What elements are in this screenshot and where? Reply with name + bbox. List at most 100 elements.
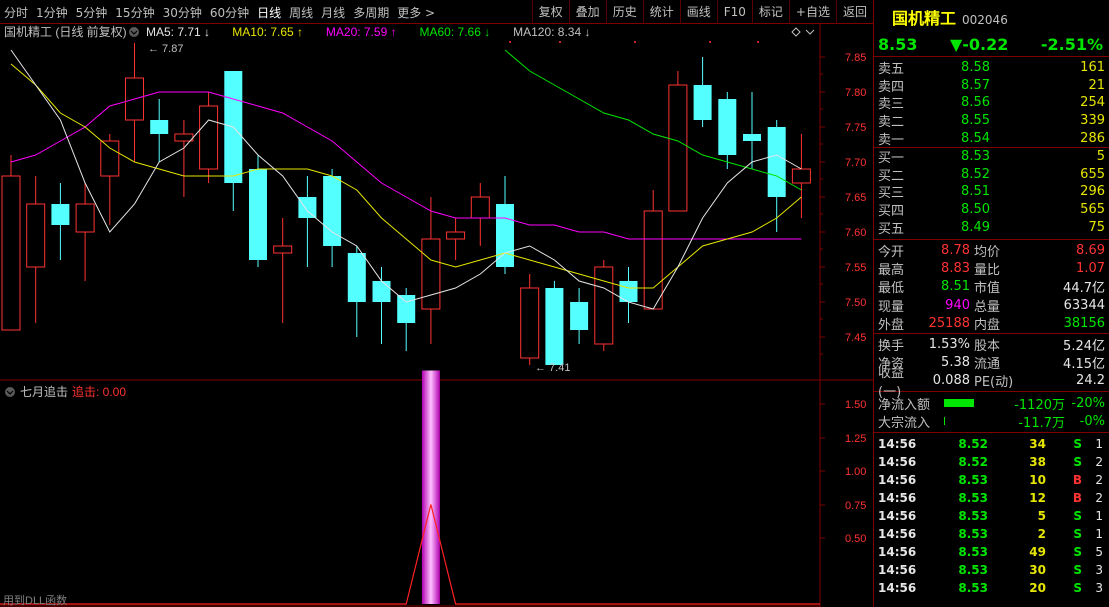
tick-row[interactable]: 14:56 8.53 5 S 1 [874, 507, 1109, 525]
candle-body [743, 134, 761, 141]
tick-row[interactable]: 14:56 8.53 20 S 3 [874, 579, 1109, 597]
period-tab[interactable]: 多周期 [349, 4, 393, 21]
tick-time: 14:56 [878, 437, 917, 452]
flow-amount: -1120万 [1014, 397, 1065, 413]
tool-button[interactable]: 统计 [642, 0, 680, 24]
bid-row[interactable]: 买四 8.50 565 [874, 201, 1109, 219]
tick-time: 14:56 [878, 581, 917, 596]
tick-price: 8.53 [958, 491, 988, 506]
tick-count: 3 [1095, 581, 1103, 596]
tick-price: 8.53 [958, 545, 988, 560]
flow-pct: -20% [1071, 395, 1105, 411]
stock-header: 国机精工 002046 [874, 0, 1109, 32]
tool-button[interactable]: 标记 [751, 0, 789, 24]
period-tab[interactable]: 1分钟 [32, 4, 72, 21]
high-marker: ← 7.87 [148, 43, 183, 55]
period-tab[interactable]: 30分钟 [159, 4, 206, 21]
tool-button[interactable]: 复权 [531, 0, 569, 24]
stat-label: 总量 [974, 299, 1001, 315]
bid-price: 8.49 [961, 219, 990, 235]
stat-label: 最高 [878, 263, 905, 279]
period-tab[interactable]: 5分钟 [72, 4, 112, 21]
period-tab[interactable]: 60分钟 [206, 4, 253, 21]
period-tab[interactable]: 更多 > [393, 4, 439, 21]
tick-row[interactable]: 14:56 8.52 34 S 1 [874, 435, 1109, 453]
ask-row[interactable]: 卖一 8.54 286 [874, 129, 1109, 148]
period-tab[interactable]: 周线 [285, 4, 317, 21]
period-tab[interactable]: 15分钟 [111, 4, 158, 21]
bid-row[interactable]: 买一 8.53 5 [874, 148, 1109, 166]
tool-button[interactable]: 历史 [605, 0, 643, 24]
tick-count: 2 [1095, 455, 1103, 470]
stat-row: 外盘 25188 内盘 38156 [874, 315, 1109, 333]
ask-row[interactable]: 卖四 8.57 21 [874, 77, 1109, 95]
tick-price: 8.53 [958, 581, 988, 596]
tick-direction: S [1073, 437, 1082, 452]
ask-price: 8.56 [961, 95, 990, 111]
signal-bar [421, 370, 440, 604]
tick-row[interactable]: 14:56 8.53 2 S 1 [874, 525, 1109, 543]
tick-row[interactable]: 14:56 8.53 10 B 2 [874, 471, 1109, 489]
bid-row[interactable]: 买二 8.52 655 [874, 166, 1109, 184]
tick-volume: 49 [1029, 545, 1046, 560]
y-tick-label: 7.55 [845, 262, 866, 274]
stat-label: 内盘 [974, 318, 1001, 334]
ma-label: MA120: 8.34 ↓ [513, 25, 590, 39]
bid-label: 买二 [878, 168, 905, 184]
settings-icon[interactable] [5, 387, 15, 397]
stat-value: 940 [945, 297, 970, 313]
period-tab[interactable]: 月线 [317, 4, 349, 21]
bid-row[interactable]: 买三 8.51 296 [874, 183, 1109, 201]
tool-button[interactable]: 画线 [679, 0, 717, 24]
tick-price: 8.52 [958, 437, 988, 452]
tick-direction: S [1073, 509, 1082, 524]
candle-body [693, 85, 712, 120]
ma-label: MA20: 7.59 ↑ [326, 25, 397, 39]
stat-label: 外盘 [878, 318, 905, 334]
tick-direction: S [1073, 455, 1082, 470]
stat-value: 63344 [1063, 297, 1105, 313]
bid-price: 8.53 [961, 149, 990, 165]
tool-button[interactable]: 叠加 [568, 0, 606, 24]
tick-time: 14:56 [878, 473, 917, 488]
tool-button[interactable]: F10 [716, 0, 752, 24]
indicator-y-tick: 1.00 [845, 466, 866, 478]
stat-row: 收益(一) 0.088 PE(动) 24.2 [874, 366, 1109, 400]
ask-row[interactable]: 卖二 8.55 339 [874, 112, 1109, 130]
tool-button[interactable]: 返回 [835, 0, 873, 24]
stat-value: 8.78 [941, 242, 970, 258]
tick-count: 2 [1095, 473, 1103, 488]
chart-area[interactable]: 国机精工 (日线 前复权) MA5: 7.71 ↓ MA10: 7.65 ↑ MA20… [0, 24, 873, 607]
tick-row[interactable]: 14:56 8.52 38 S 2 [874, 453, 1109, 471]
ask-row[interactable]: 卖五 8.58 161 [874, 59, 1109, 77]
period-tab[interactable]: 分时 [0, 4, 32, 21]
tick-count: 1 [1095, 527, 1103, 542]
candle-body [199, 105, 219, 170]
tick-time: 14:56 [878, 509, 917, 524]
flow-row: 大宗流入 -11.7万 -0% [874, 412, 1109, 431]
tool-button[interactable]: +自选 [788, 0, 836, 24]
app-window: 分时 1分钟 5分钟 15分钟 30分钟 60分钟 日线 周线 月线 多周期 更多 > 复权 叠加 历史… [0, 0, 1109, 607]
candle-body [1, 175, 21, 331]
stock-code: 002046 [962, 13, 1008, 27]
tick-row[interactable]: 14:56 8.53 12 B 2 [874, 489, 1109, 507]
settings-icon[interactable] [129, 27, 139, 37]
stat-label: 今开 [878, 244, 905, 260]
tick-row[interactable]: 14:56 8.53 30 S 3 [874, 561, 1109, 579]
stat-value: 1.53% [928, 336, 970, 352]
chevron-down-icon[interactable] [805, 29, 815, 35]
period-tab[interactable]: 日线 [253, 4, 285, 21]
diamond-icon[interactable] [791, 27, 801, 37]
bid-row[interactable]: 买五 8.49 75 [874, 218, 1109, 237]
bid-price: 8.51 [961, 184, 990, 200]
candle-body [75, 203, 95, 233]
candle-body [767, 127, 786, 197]
tick-list[interactable]: 14:56 8.52 34 S 1 14:56 8.52 38 S 2 14:56 8.53 10 B 2 1… [874, 433, 1109, 597]
ask-row[interactable]: 卖三 8.56 254 [874, 94, 1109, 112]
candle-body [174, 133, 194, 142]
tick-price: 8.53 [958, 473, 988, 488]
y-tick-label: 7.45 [845, 332, 866, 344]
bid-label: 买五 [878, 221, 905, 237]
tick-row[interactable]: 14:56 8.53 49 S 5 [874, 543, 1109, 561]
stock-name: 国机精工 [892, 9, 957, 28]
